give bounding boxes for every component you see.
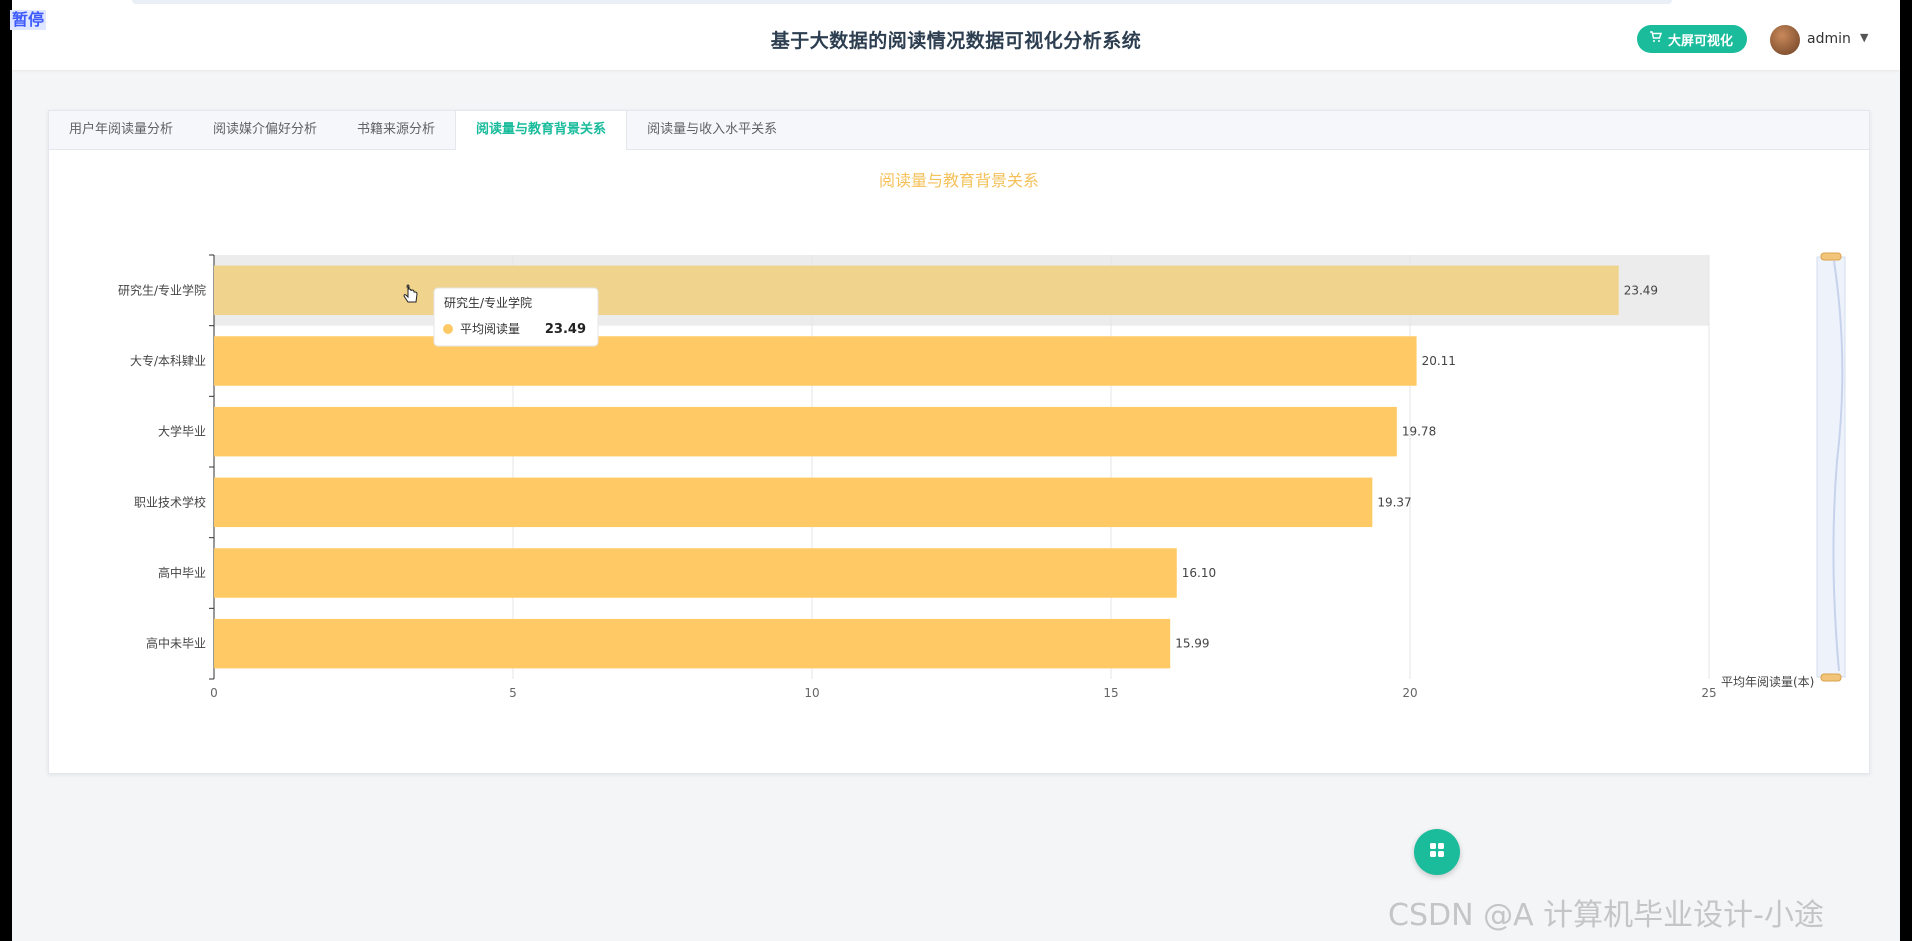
avatar[interactable] [1770, 25, 1800, 55]
bigscreen-button[interactable]: 大屏可视化 [1637, 25, 1748, 53]
right-black-strip [1900, 0, 1912, 941]
x-axis-label: 平均年阅读量(本) [1721, 675, 1814, 689]
tooltip-value: 23.49 [545, 322, 586, 337]
bar [214, 406, 1397, 457]
data-label: 19.37 [1377, 495, 1411, 509]
category-label: 大专/本科肄业 [130, 353, 206, 368]
user-name[interactable]: admin [1807, 31, 1851, 47]
caret-down-icon[interactable]: ▼ [1860, 31, 1868, 44]
bar [214, 336, 1417, 386]
bigscreen-button-label: 大屏可视化 [1668, 33, 1734, 49]
chart-panel: 用户年阅读量分析 阅读媒介偏好分析 书籍来源分析 阅读量与教育背景关系 阅读量与… [48, 110, 1870, 774]
data-label: 15.99 [1175, 637, 1209, 651]
x-tick-label: 25 [1701, 686, 1716, 700]
app-title: 基于大数据的阅读情况数据可视化分析系统 [770, 30, 1142, 52]
grid-icon [1429, 842, 1445, 862]
x-tick-label: 20 [1402, 686, 1417, 700]
top-header: 基于大数据的阅读情况数据可视化分析系统 大屏可视化 admin ▼ [12, 0, 1900, 70]
pause-label[interactable]: 暂停 [10, 10, 47, 30]
menu-fab-button[interactable] [1414, 829, 1460, 875]
data-zoom-handle-bottom[interactable] [1820, 673, 1842, 682]
category-label: 高中毕业 [158, 565, 206, 580]
data-label: 19.78 [1402, 425, 1436, 439]
tooltip-title: 研究生/专业学院 [444, 295, 532, 310]
category-label: 研究生/专业学院 [118, 282, 206, 297]
bar [214, 618, 1171, 669]
header-top-shadow [132, 0, 1672, 4]
data-label: 16.10 [1182, 566, 1216, 580]
watermark: CSDN @A 计算机毕业设计-小途 [1388, 898, 1824, 933]
x-tick-label: 5 [509, 686, 517, 700]
x-tick-label: 10 [804, 686, 819, 700]
bar [214, 265, 1619, 316]
bar [214, 477, 1373, 528]
data-label: 23.49 [1624, 283, 1658, 297]
tooltip-series-name: 平均阅读量 [460, 322, 520, 336]
category-label: 大学毕业 [158, 424, 206, 439]
x-tick-label: 15 [1103, 686, 1118, 700]
left-black-strip [0, 0, 12, 941]
cart-icon [1649, 31, 1662, 47]
bar-chart[interactable]: 0 5 10 15 20 25 研究生/专业学院 23.49 大专/本科肄业 20.11 大学毕业 1… [49, 111, 1869, 773]
data-zoom-handle-top[interactable] [1820, 252, 1842, 261]
data-label: 20.11 [1422, 354, 1456, 368]
category-label: 职业技术学校 [134, 494, 206, 509]
category-label: 高中未毕业 [146, 636, 206, 651]
bar [214, 548, 1177, 598]
x-tick-label: 0 [210, 686, 218, 700]
tooltip-marker [443, 324, 453, 334]
